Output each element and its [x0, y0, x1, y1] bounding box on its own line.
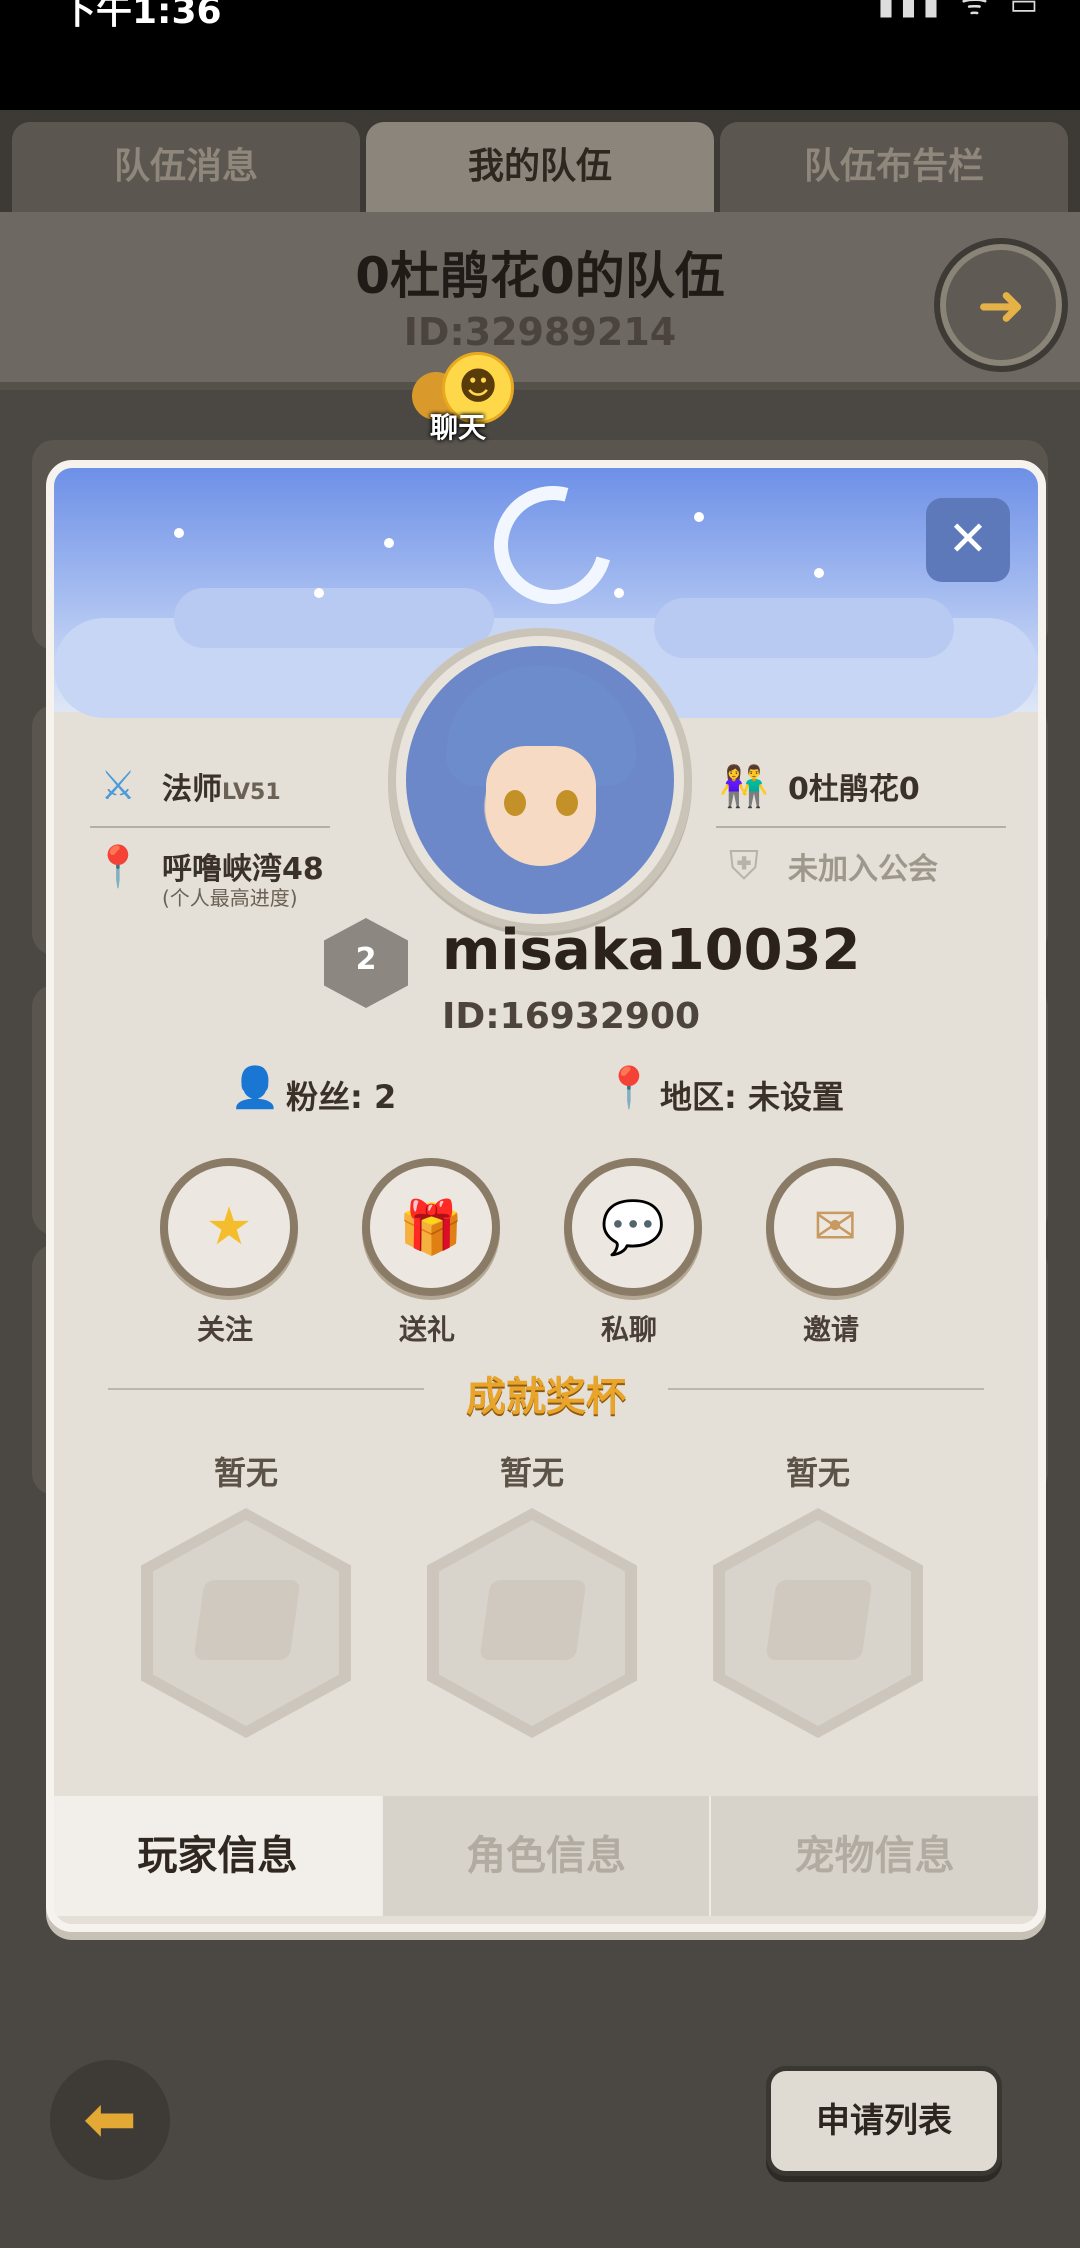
trophy-slot[interactable]: 暂无	[708, 1448, 928, 1738]
progress-location: 📍 呼噜峡湾48 (个人最高进度)	[90, 838, 350, 918]
team-id: ID:32989214	[403, 310, 677, 354]
exit-team-button[interactable]: ➜	[934, 238, 1068, 372]
back-arrow-icon: ⬅	[83, 2083, 137, 2157]
invite-button[interactable]: ✉ 邀请	[766, 1158, 904, 1348]
moon-icon	[472, 468, 634, 626]
tab-pet-info[interactable]: 宠物信息	[711, 1796, 1038, 1916]
close-button[interactable]: ✕	[926, 498, 1010, 582]
location-note: (个人最高进度)	[162, 886, 298, 910]
private-chat-button[interactable]: 💬 私聊	[564, 1158, 702, 1348]
tab-my-team[interactable]: 我的队伍	[366, 122, 714, 212]
trophy-label: 暂无	[499, 1454, 564, 1492]
partner-duo-icon: 👫	[719, 763, 769, 810]
fans-text: 粉丝: 2	[286, 1078, 397, 1116]
status-bar: 下午1:36 ▮▮▮ ᯤ ▭	[0, 0, 1080, 110]
username: misaka10032	[442, 918, 861, 983]
send-gift-label: 送礼	[398, 1313, 455, 1346]
invite-label: 邀请	[802, 1313, 859, 1346]
trophy-placeholder-icon	[141, 1508, 351, 1738]
region-pin-icon: 📍	[604, 1065, 654, 1111]
location-pin-icon: 📍	[93, 843, 143, 890]
rank-value: 2	[355, 942, 377, 977]
trophy-label: 暂无	[213, 1454, 278, 1492]
guild-icon: ⛨	[729, 843, 759, 889]
tab-player-info[interactable]: 玩家信息	[54, 1796, 383, 1916]
class-info: ⚔ 法师LV51	[90, 758, 330, 828]
status-icons: ▮▮▮ ᯤ ▭	[877, 0, 1044, 22]
trophy-slot[interactable]: 暂无	[422, 1448, 642, 1738]
envelope-icon: ✉	[813, 1197, 857, 1257]
user-id: ID:16932900	[442, 996, 701, 1037]
person-icon: 👤	[230, 1065, 280, 1111]
star-icon: ★	[205, 1197, 253, 1257]
exit-arrow-icon: ➜	[976, 271, 1026, 339]
close-icon: ✕	[947, 511, 989, 567]
partner-name: 0杜鹃花0	[788, 772, 920, 807]
partner-info: 👫 0杜鹃花0	[716, 758, 1006, 828]
trophy-placeholder-icon	[427, 1508, 637, 1738]
guild-status: 未加入公会	[788, 852, 938, 887]
trophy-slot[interactable]: 暂无	[136, 1448, 356, 1738]
avatar[interactable]	[406, 646, 674, 914]
tab-team-board[interactable]: 队伍布告栏	[720, 122, 1068, 212]
follow-label: 关注	[196, 1313, 253, 1346]
mage-class-icon: ⚔	[100, 763, 136, 809]
apply-list-button[interactable]: 申请列表	[766, 2066, 1002, 2176]
follow-button[interactable]: ★ 关注	[160, 1158, 298, 1348]
class-level: LV51	[222, 780, 281, 805]
chat-icon: 💬	[600, 1197, 666, 1258]
rank-badge-icon: 2	[324, 918, 408, 1008]
player-profile-card: ✕ ⚔ 法师LV51 📍 呼噜峡湾48 (个人最高进度) 👫 0杜鹃花0 ⛨ 未…	[46, 460, 1046, 1932]
region-text: 地区: 未设置	[660, 1078, 844, 1116]
tab-character-info[interactable]: 角色信息	[382, 1796, 712, 1916]
chat-button[interactable]: ☻ 聊天	[406, 352, 516, 444]
trophy-label: 暂无	[785, 1454, 850, 1492]
chat-label: 聊天	[430, 411, 487, 444]
team-title: 0杜鹃花0的队伍	[355, 247, 725, 305]
trophy-placeholder-icon	[713, 1508, 923, 1738]
gift-icon: 🎁	[398, 1197, 464, 1258]
send-gift-button[interactable]: 🎁 送礼	[362, 1158, 500, 1348]
achievements-title: 成就奖杯	[466, 1374, 626, 1420]
guild-info: ⛨ 未加入公会	[716, 838, 1006, 908]
private-chat-label: 私聊	[600, 1313, 657, 1346]
tab-team-messages[interactable]: 队伍消息	[12, 122, 360, 212]
profile-tabs: 玩家信息 角色信息 宠物信息	[54, 1796, 1038, 1916]
status-time: 下午1:36	[60, 0, 222, 32]
class-name: 法师	[162, 772, 222, 807]
back-button[interactable]: ⬅	[50, 2060, 170, 2180]
